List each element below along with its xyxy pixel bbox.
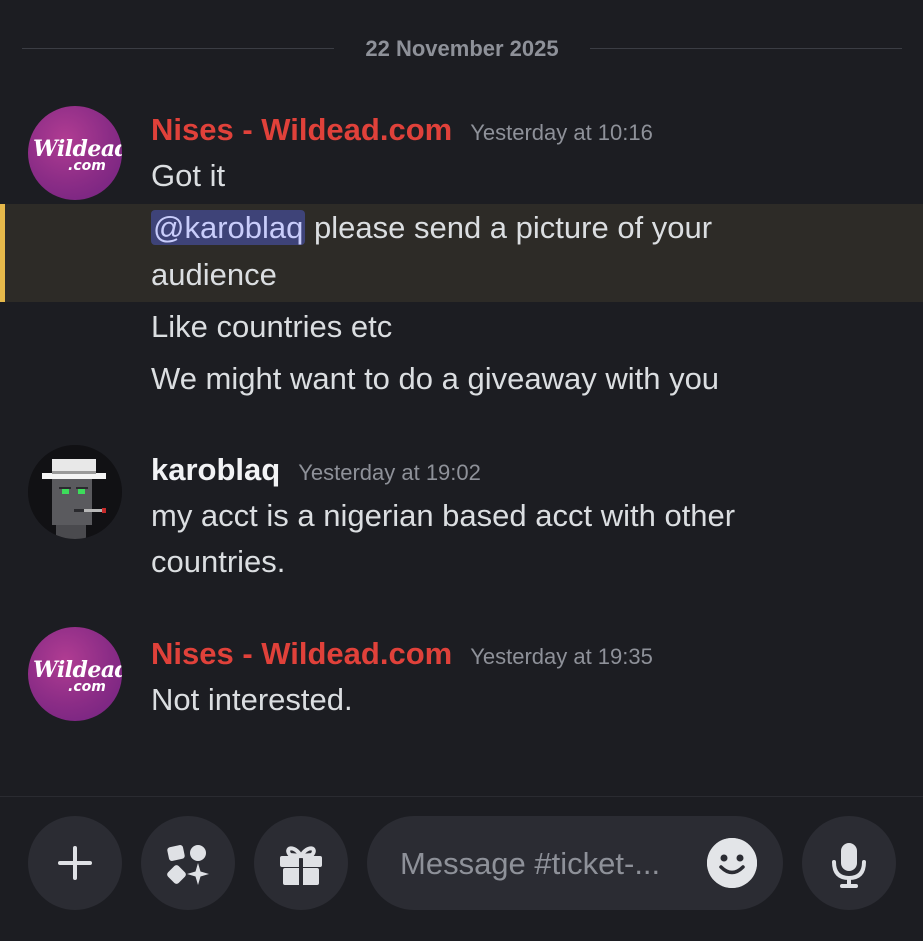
avatar-logo-subtext: .com: [68, 679, 106, 695]
date-divider: 22 November 2025: [0, 28, 923, 68]
author-name[interactable]: Nises - Wildead.com: [151, 112, 452, 147]
emoji-button[interactable]: [707, 838, 757, 888]
author-name[interactable]: Nises - Wildead.com: [151, 636, 452, 671]
message-header: Nises - Wildead.com Yesterday at 10:16: [151, 112, 653, 148]
mention-highlight-bar: [0, 204, 5, 302]
message-text: please send a picture of your: [305, 210, 713, 245]
message-line: Like countries etc: [151, 309, 393, 344]
author-name[interactable]: karoblaq: [151, 452, 280, 487]
message-input[interactable]: Message #ticket-...: [367, 816, 783, 910]
timestamp: Yesterday at 10:16: [470, 120, 653, 145]
add-attachment-button[interactable]: [28, 816, 122, 910]
emoji-icon: [707, 838, 757, 888]
composer-divider: [0, 796, 923, 797]
avatar[interactable]: [28, 445, 122, 539]
message-line: my acct is a nigerian based acct with ot…: [151, 498, 736, 533]
avatar[interactable]: Wildead .com: [28, 106, 122, 200]
message-line: countries.: [151, 544, 286, 579]
divider-line-right: [590, 48, 902, 49]
message-header: karoblaq Yesterday at 19:02: [151, 452, 481, 488]
timestamp: Yesterday at 19:35: [470, 644, 653, 669]
message-header: Nises - Wildead.com Yesterday at 19:35: [151, 636, 653, 672]
message-line: Got it: [151, 158, 226, 193]
user-mention[interactable]: @karoblaq: [151, 210, 306, 245]
date-label: 22 November 2025: [365, 36, 559, 61]
plus-icon: [58, 846, 92, 880]
divider-line-left: [22, 48, 334, 49]
apps-icon: [167, 845, 209, 885]
message-placeholder: Message #ticket-...: [400, 846, 661, 881]
avatar[interactable]: Wildead .com: [28, 627, 122, 721]
voice-message-button[interactable]: [802, 816, 896, 910]
microphone-icon: [832, 843, 866, 888]
pixel-character-icon: [28, 445, 122, 539]
message-line: @karoblaq please send a picture of your: [151, 210, 713, 245]
message-line: audience: [151, 257, 277, 292]
message-line: Not interested.: [151, 682, 353, 717]
message-line: We might want to do a giveaway with you: [151, 361, 720, 396]
avatar-logo-subtext: .com: [68, 158, 106, 174]
gift-button[interactable]: [254, 816, 348, 910]
apps-button[interactable]: [141, 816, 235, 910]
timestamp: Yesterday at 19:02: [298, 460, 481, 485]
gift-icon: [280, 846, 322, 885]
